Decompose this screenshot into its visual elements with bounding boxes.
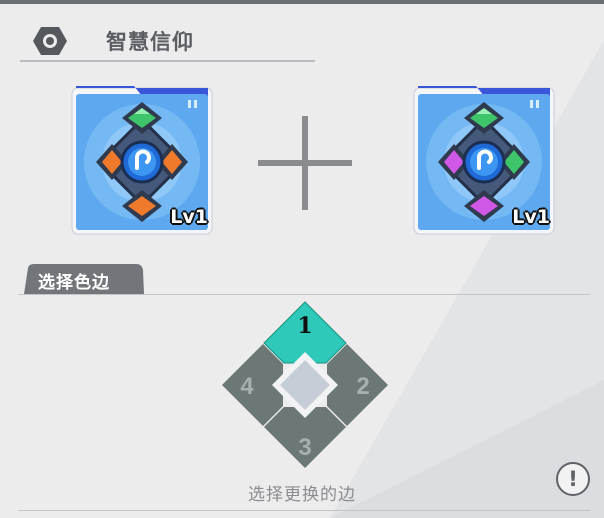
card-level: Lv1 — [170, 206, 208, 228]
edge-3-label: 3 — [298, 434, 311, 461]
section-title: 选择色边 — [38, 273, 110, 293]
hint-text: 选择更换的边 — [248, 485, 356, 505]
info-button[interactable]: ! — [556, 462, 590, 496]
center-diamond — [272, 352, 338, 418]
edge-2-label: 2 — [356, 373, 369, 400]
hexagon-ring-icon — [33, 27, 67, 55]
target-module-card[interactable]: Lv1 — [412, 78, 556, 236]
edge-selector: 1 2 3 4 — [222, 301, 388, 468]
bottom-divider — [18, 510, 590, 511]
header-divider — [20, 60, 315, 62]
edge-1-label: 1 — [297, 313, 312, 339]
source-module-card[interactable]: Lv1 — [70, 78, 214, 236]
edge-4-label: 4 — [240, 373, 254, 400]
page-title: 智慧信仰 — [106, 30, 194, 54]
top-bar — [0, 0, 604, 4]
section-divider — [18, 294, 590, 295]
card-level: Lv1 — [512, 206, 550, 228]
plus-icon — [258, 116, 352, 210]
